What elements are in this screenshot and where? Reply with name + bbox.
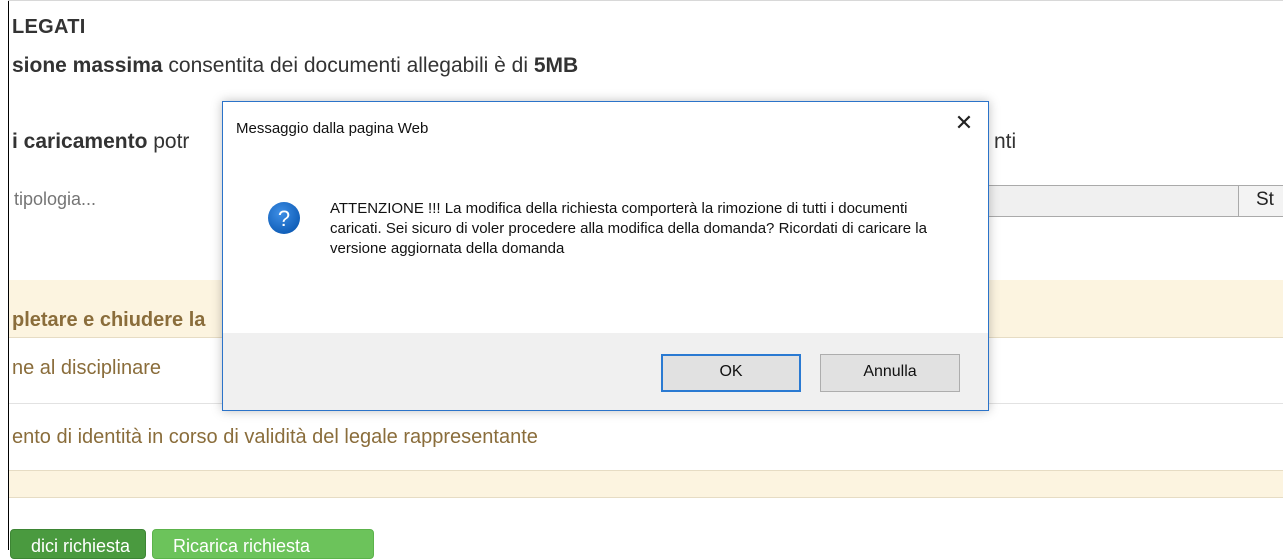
section-title: LEGATI — [12, 16, 86, 38]
document-type-input[interactable] — [10, 183, 224, 215]
max-size-text: consentita dei documenti allegabili è di — [162, 54, 534, 77]
page-left-border — [8, 0, 9, 550]
upload-info-end: nti — [994, 130, 1017, 153]
edit-request-button[interactable]: dici richiesta — [10, 529, 146, 559]
document-item[interactable]: ento di identità in corso di validità de… — [12, 426, 538, 449]
reload-request-button[interactable]: Ricarica richiesta — [152, 529, 374, 559]
browse-button[interactable]: St — [1238, 185, 1283, 217]
max-size-info: sione massima consentita dei documenti a… — [12, 54, 578, 78]
question-icon: ? — [267, 201, 301, 235]
close-icon[interactable]: ✕ — [951, 110, 977, 136]
upload-info-text: potr — [147, 130, 190, 153]
list-footer-band — [9, 470, 1283, 498]
file-path-field[interactable] — [988, 185, 1238, 217]
page-top-border — [8, 0, 1283, 1]
dialog-title: Messaggio dalla pagina Web — [236, 120, 429, 137]
max-size-value: 5MB — [533, 54, 579, 77]
max-size-bold: sione massima — [12, 54, 163, 77]
cancel-button[interactable]: Annulla — [820, 354, 960, 392]
dialog-message: ATTENZIONE !!! La modifica della richies… — [330, 200, 927, 257]
upload-info: i caricamento potr — [12, 130, 189, 154]
upload-info-bold: i caricamento — [12, 130, 148, 153]
document-item[interactable]: ne al disciplinare — [12, 357, 161, 380]
ok-button[interactable]: OK — [661, 354, 801, 392]
confirm-dialog: Messaggio dalla pagina Web ✕ ? ATTENZION… — [222, 101, 989, 411]
svg-text:?: ? — [278, 206, 290, 231]
notice-band-text: pletare e chiudere la — [12, 309, 206, 331]
